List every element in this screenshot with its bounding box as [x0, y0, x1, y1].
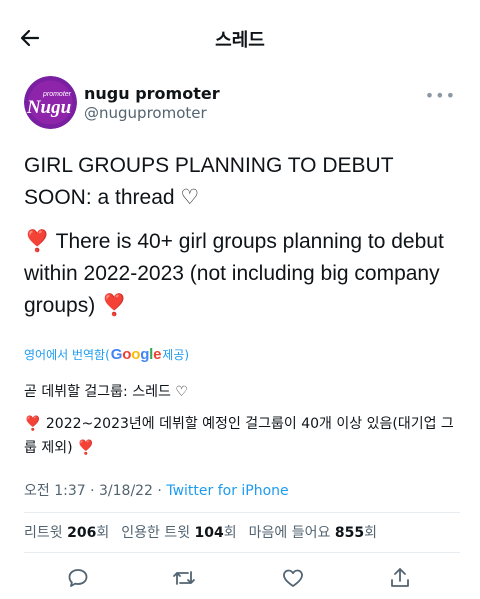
tweet-title: GIRL GROUPS PLANNING TO DEBUT SOON: a th… — [24, 154, 394, 209]
avatar[interactable]: promoter Nugu — [24, 76, 77, 129]
page-title: 스레드 — [215, 30, 265, 51]
retweet-button[interactable] — [170, 564, 198, 592]
share-button[interactable] — [386, 564, 414, 592]
heart-exclamation-icon: ❣️ — [24, 416, 42, 432]
nugu-logo-icon: promoter Nugu — [24, 76, 77, 129]
retweet-count[interactable]: 리트윗 206회 — [24, 522, 109, 542]
svg-text:Nugu: Nugu — [26, 97, 71, 118]
heart-exclamation-icon: ❣️ — [101, 294, 128, 317]
action-bar — [0, 560, 480, 596]
tweet-body: ❣️ There is 40+ girl groups planning to … — [24, 226, 460, 322]
heart-exclamation-icon: ❣️ — [24, 230, 51, 253]
translation-attribution[interactable]: 영어에서 번역함( Google 제공) — [24, 346, 189, 363]
tweet-header: promoter Nugu nugu promoter @nugupromote… — [24, 76, 460, 140]
translation-line-2: ❣️ 2022~2023년에 데뷔할 예정인 걸그룹이 40개 이상 있음(대기… — [24, 416, 454, 456]
author-name[interactable]: nugu promoter — [84, 84, 220, 103]
share-icon — [391, 568, 409, 587]
timestamp[interactable]: 오전 1:37 · 3/18/22 · — [24, 483, 166, 499]
like-icon — [283, 569, 303, 587]
divider — [24, 552, 460, 553]
like-button[interactable] — [279, 564, 307, 592]
like-count[interactable]: 마음에 들어요 855회 — [249, 522, 377, 542]
engagement-stats: 리트윗 206회 인용한 트윗 104회 마음에 들어요 855회 — [24, 522, 377, 542]
translation-text: 곧 데뷔할 걸그룹: 스레드 ♡ ❣️ 2022~2023년에 데뷔할 예정인 … — [24, 380, 460, 460]
reply-button[interactable] — [64, 564, 92, 592]
author-handle[interactable]: @nugupromoter — [84, 104, 207, 122]
quote-count[interactable]: 인용한 트윗 104회 — [121, 522, 236, 542]
more-options-icon[interactable]: ••• — [425, 86, 456, 105]
divider — [24, 512, 460, 513]
reply-icon — [68, 569, 88, 587]
google-logo: Google — [110, 346, 162, 363]
top-bar: 스레드 — [0, 0, 480, 76]
retweet-icon — [173, 571, 195, 585]
translation-line-1: 곧 데뷔할 걸그룹: 스레드 ♡ — [24, 384, 188, 400]
heart-exclamation-icon: ❣️ — [77, 440, 95, 456]
tweet-meta: 오전 1:37 · 3/18/22 · Twitter for iPhone — [24, 480, 289, 500]
tweet-body-text: There is 40+ girl groups planning to deb… — [24, 230, 444, 317]
source-link[interactable]: Twitter for iPhone — [166, 483, 288, 499]
